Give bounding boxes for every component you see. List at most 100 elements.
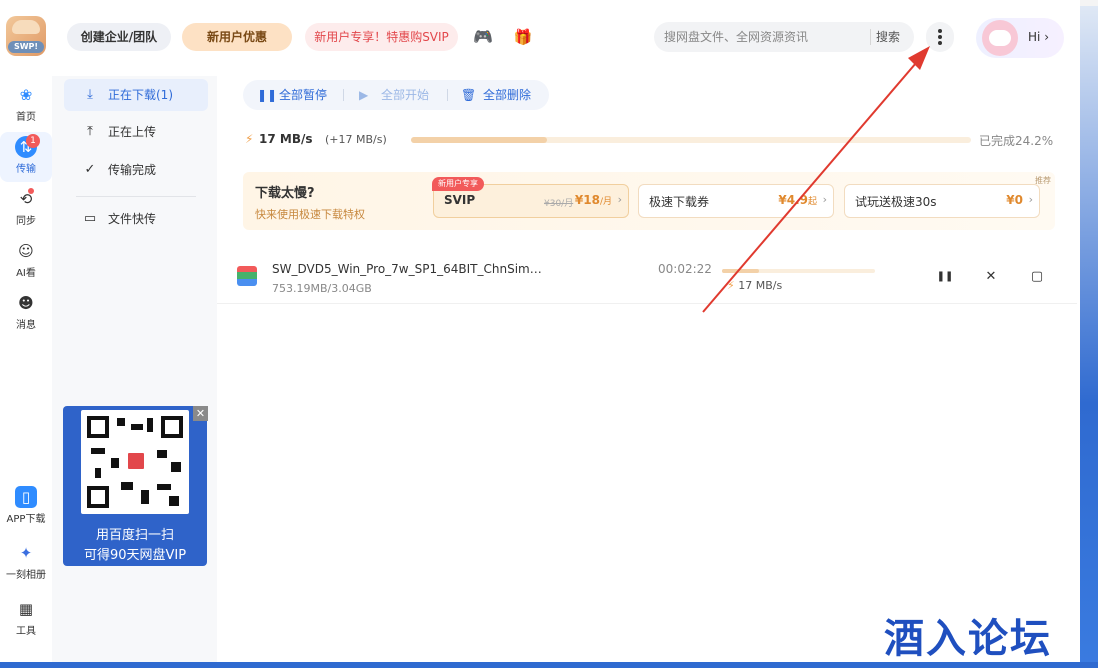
button-label: 全部删除 bbox=[483, 88, 532, 102]
nav-item-album[interactable]: ✦ 一刻相册 bbox=[0, 538, 52, 588]
new-user-tag: 新用户专享 bbox=[432, 177, 484, 191]
nav-item-app-download[interactable]: ▯ APP下载 bbox=[0, 482, 52, 532]
nav-label: AI看 bbox=[16, 268, 36, 279]
lightning-icon: ⚡ bbox=[727, 279, 735, 292]
nav-label: 同步 bbox=[16, 216, 36, 227]
chevron-right-icon: › bbox=[822, 193, 827, 206]
tab-quick-transfer[interactable]: ▭ 文件快传 bbox=[64, 203, 208, 235]
archive-file-icon bbox=[237, 266, 257, 286]
search-divider bbox=[870, 29, 871, 45]
more-dot-icon bbox=[938, 29, 942, 33]
search-box: 搜索 bbox=[654, 22, 914, 52]
tab-label: 传输完成 bbox=[108, 163, 157, 177]
home-icon: ❀ bbox=[19, 86, 33, 104]
completion-percent: 已完成24.2% bbox=[979, 134, 1054, 148]
logo-tag: SWP! bbox=[8, 41, 44, 53]
total-progress-fill bbox=[411, 137, 547, 143]
qr-logo-icon bbox=[125, 450, 147, 472]
app-logo[interactable]: SWP! bbox=[6, 16, 46, 56]
speed-promo-banner: 下载太慢? 快来使用极速下载特权 推荐 新用户专享 SVIP ¥30/月 ¥18… bbox=[243, 172, 1055, 230]
transfer-count-badge: 1 bbox=[26, 134, 40, 148]
offer-name: SVIP bbox=[444, 193, 476, 207]
cancel-download-button[interactable]: ✕ bbox=[980, 266, 1002, 288]
speed-coupon-card[interactable]: 极速下载券 ¥4.9起 › bbox=[638, 184, 834, 218]
total-speed-row: ⚡ 17 MB/s (+17 MB/s) 已完成24.2% bbox=[245, 130, 1055, 150]
ai-icon: ☺ bbox=[18, 242, 34, 260]
nav-item-sync[interactable]: ⟲ 同步 bbox=[0, 184, 52, 234]
qr-promo-ad[interactable]: 用百度扫一扫 可得90天网盘VIP bbox=[63, 406, 207, 566]
search-button[interactable]: 搜索 bbox=[876, 29, 910, 45]
tab-uploading[interactable]: ⤒ 正在上传 bbox=[64, 116, 208, 148]
nav-label: 首页 bbox=[16, 112, 36, 123]
pause-icon: ❚❚ bbox=[257, 88, 278, 102]
message-icon: ☻ bbox=[18, 294, 34, 312]
file-speed: ⚡ 17 MB/s bbox=[727, 279, 783, 292]
chevron-right-icon: › bbox=[617, 193, 622, 206]
button-label: 全部暂停 bbox=[279, 88, 328, 102]
time-remaining: 00:02:22 bbox=[658, 262, 712, 276]
offer-price: ¥18/月 bbox=[574, 193, 612, 207]
offer-name: 极速下载券 bbox=[649, 195, 710, 209]
tab-completed[interactable]: ✓ 传输完成 bbox=[64, 154, 208, 186]
qr-ad-line2: 可得90天网盘VIP bbox=[83, 548, 187, 563]
button-label: 全部开始 bbox=[381, 88, 430, 102]
sidebar-divider bbox=[76, 196, 196, 197]
qr-code bbox=[81, 410, 189, 514]
lightning-icon: ⚡ bbox=[245, 132, 254, 146]
nav-item-transfer[interactable]: ⇅ 传输 1 bbox=[0, 132, 52, 182]
svip-promo-button[interactable]: 新用户专享！特惠购SVIP bbox=[305, 23, 458, 51]
tab-label: 正在上传 bbox=[108, 125, 157, 139]
nav-item-tools[interactable]: ▦ 工具 bbox=[0, 594, 52, 644]
sync-notification-dot bbox=[28, 188, 34, 194]
more-dot-icon bbox=[938, 35, 942, 39]
offer-price: ¥4.9起 bbox=[778, 193, 817, 207]
logo-face bbox=[12, 20, 40, 34]
total-progress-bar bbox=[411, 137, 971, 143]
nav-label: APP下载 bbox=[6, 514, 46, 525]
desktop-background-edge bbox=[1080, 6, 1098, 668]
gamepad-icon[interactable]: 🎮 bbox=[472, 28, 494, 46]
tab-label: 正在下载(1) bbox=[108, 88, 173, 102]
file-progress-fill bbox=[722, 269, 760, 273]
speed-boost: (+17 MB/s) bbox=[325, 133, 387, 146]
qr-ad-close-button[interactable]: ✕ bbox=[193, 406, 208, 421]
avatar[interactable] bbox=[982, 20, 1018, 56]
check-circle-icon: ✓ bbox=[84, 162, 96, 177]
pause-download-button[interactable]: ❚❚ bbox=[934, 266, 956, 288]
nav-label: 消息 bbox=[16, 320, 36, 331]
search-input[interactable] bbox=[664, 27, 864, 47]
tab-label: 文件快传 bbox=[108, 212, 157, 226]
file-name: SW_DVD5_Win_Pro_7w_SP1_64BIT_ChnSimp... bbox=[272, 262, 542, 276]
toolbar-divider bbox=[447, 89, 448, 101]
total-speed: 17 MB/s bbox=[259, 132, 313, 146]
qr-ad-line1: 用百度扫一扫 bbox=[95, 528, 174, 543]
tab-downloading[interactable]: ⤓ 正在下载(1) bbox=[64, 79, 208, 111]
download-icon: ⤓ bbox=[87, 87, 93, 102]
table-row[interactable]: SW_DVD5_Win_Pro_7w_SP1_64BIT_ChnSimp... … bbox=[217, 254, 1077, 304]
offer-name: 试玩送极速30s bbox=[855, 195, 937, 209]
toolbar-divider bbox=[343, 89, 344, 101]
transfer-sidebar: ⤓ 正在下载(1) ⤒ 正在上传 ✓ 传输完成 ▭ 文件快传 bbox=[52, 76, 217, 662]
trash-icon: 🗑 bbox=[461, 88, 477, 102]
gift-icon[interactable]: 🎁 bbox=[513, 28, 533, 46]
nav-item-ai[interactable]: ☺ AI看 bbox=[0, 236, 52, 286]
file-size: 753.19MB/3.04GB bbox=[272, 282, 372, 295]
more-menu-button[interactable] bbox=[926, 22, 954, 52]
open-folder-button[interactable]: ▢ bbox=[1026, 266, 1048, 288]
tools-icon: ▦ bbox=[18, 600, 34, 618]
file-progress-bar bbox=[722, 269, 875, 273]
offer-original-price: ¥30/月 bbox=[544, 199, 574, 209]
more-dot-icon bbox=[938, 41, 942, 45]
svip-offer-card[interactable]: 新用户专享 SVIP ¥30/月 ¥18/月 › bbox=[432, 177, 629, 218]
user-menu[interactable]: Hi › bbox=[976, 18, 1064, 58]
new-user-offer-button[interactable]: 新用户优惠 bbox=[182, 23, 292, 51]
play-icon: ▶ bbox=[359, 88, 369, 102]
trial-speed-card[interactable]: 试玩送极速30s ¥0 › bbox=[844, 184, 1040, 218]
main-nav: ❀ 首页 ⇅ 传输 1 ⟲ 同步 ☺ AI看 ☻ 消息 ▯ APP下载 ✦ 一刻… bbox=[0, 76, 52, 662]
create-enterprise-button[interactable]: 创建企业/团队 bbox=[67, 23, 171, 51]
nav-label: 传输 bbox=[16, 164, 36, 175]
nav-item-messages[interactable]: ☻ 消息 bbox=[0, 288, 52, 338]
nav-item-home[interactable]: ❀ 首页 bbox=[0, 80, 52, 130]
monitor-icon: ▭ bbox=[83, 211, 97, 226]
nav-label: 一刻相册 bbox=[6, 570, 46, 581]
